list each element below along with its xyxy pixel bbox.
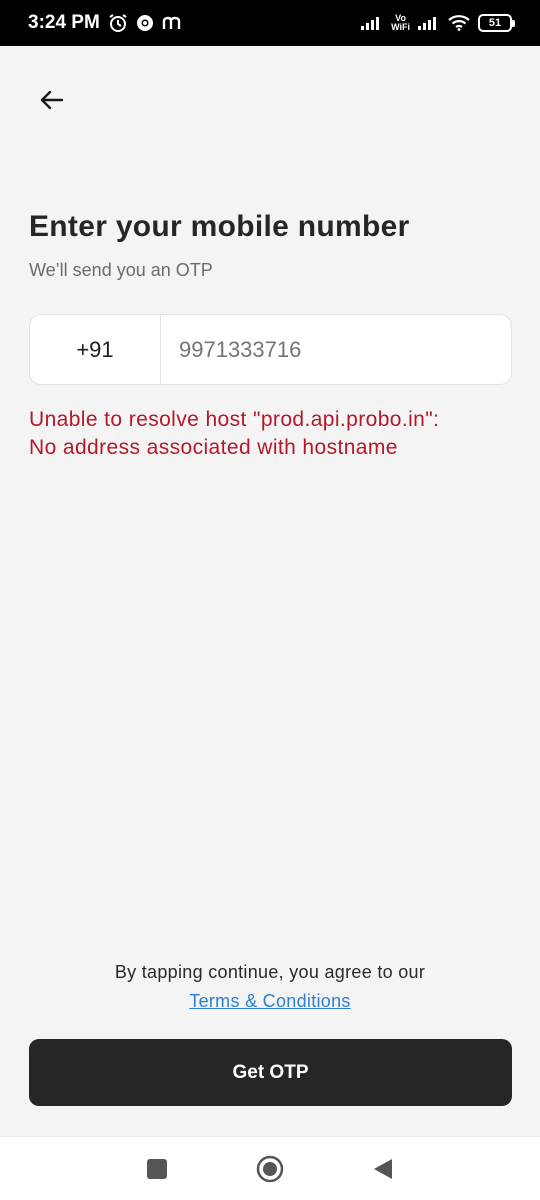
battery-level: 51	[488, 17, 502, 29]
home-button[interactable]	[246, 1145, 294, 1193]
page-title: Enter your mobile number	[29, 210, 410, 243]
back-icon	[374, 1158, 393, 1179]
error-line-1: Unable to resolve host "prod.api.probo.i…	[29, 408, 440, 431]
recents-button[interactable]	[133, 1145, 181, 1193]
terms-text: By tapping continue, you agree to our	[114, 962, 426, 982]
signal-icon	[418, 16, 440, 30]
error-line-2: No address associated with hostname	[29, 436, 398, 459]
phone-number-input[interactable]	[161, 315, 511, 384]
m-app-icon	[162, 15, 182, 31]
status-bar-right: Vo WiFi 51	[361, 14, 515, 32]
wifi-icon	[448, 15, 470, 31]
status-bar-left: 3:24 PM	[28, 12, 182, 34]
signal-icon	[361, 16, 383, 30]
page-subtitle: We’ll send you an OTP	[29, 260, 213, 280]
home-icon	[256, 1155, 284, 1182]
status-bar: 3:24 PM Vo WiFi 51	[0, 0, 540, 46]
back-button[interactable]	[32, 82, 72, 118]
terms-link-row: Terms & Conditions	[0, 991, 540, 1012]
alarm-icon	[108, 13, 128, 33]
country-code-selector[interactable]: +91	[30, 315, 161, 384]
battery-icon: 51	[478, 14, 515, 32]
vowifi-line2: WiFi	[391, 22, 410, 32]
recents-icon	[146, 1158, 167, 1179]
chrome-icon	[136, 14, 154, 32]
terms-conditions-link[interactable]: Terms & Conditions	[189, 991, 350, 1011]
vowifi-icon: Vo WiFi	[391, 14, 410, 32]
get-otp-button[interactable]: Get OTP	[29, 1039, 512, 1106]
error-message: Unable to resolve host "prod.api.probo.i…	[29, 406, 519, 462]
status-time: 3:24 PM	[28, 12, 100, 33]
system-nav-bar	[0, 1136, 540, 1200]
nav-back-button[interactable]	[359, 1145, 407, 1193]
phone-number-field: +91	[29, 314, 512, 385]
arrow-left-icon	[40, 90, 64, 110]
